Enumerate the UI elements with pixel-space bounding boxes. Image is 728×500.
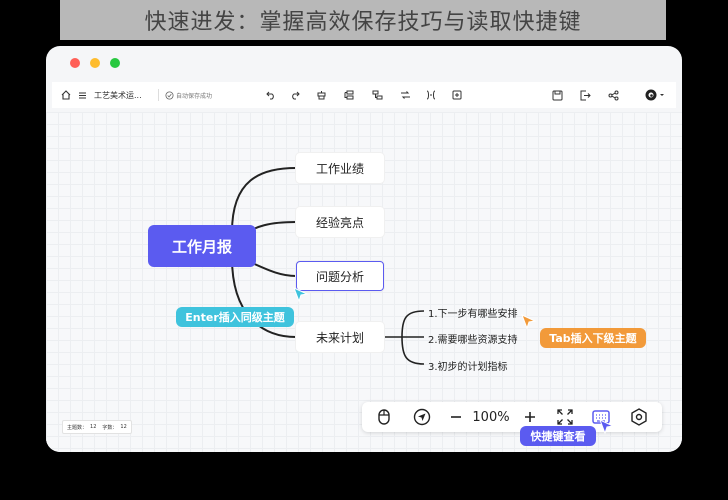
settings-hexagon-icon[interactable] xyxy=(626,402,652,432)
subtopic-node[interactable]: 3.初步的计划指标 xyxy=(428,358,508,373)
root-topic[interactable]: 工作月报 xyxy=(148,225,256,267)
enter-hint-badge: Enter插入同级主题 xyxy=(176,307,294,327)
topic-node[interactable]: 经验亮点 xyxy=(296,207,384,237)
zoom-out-button[interactable] xyxy=(446,402,466,432)
mouse-icon[interactable] xyxy=(372,402,396,432)
words-count: 12 xyxy=(120,424,127,430)
tab-hint-badge: Tab插入下级主题 xyxy=(540,328,646,348)
words-count-label: 字数： xyxy=(102,424,118,431)
cursor-icon xyxy=(599,419,615,435)
topic-node[interactable]: 未来计划 xyxy=(296,322,384,352)
document-stats: 主题数： 12 字数： 12 xyxy=(62,420,132,434)
zoom-toolbar: 100% xyxy=(362,402,662,432)
shortcut-hint-badge: 快捷键查看 xyxy=(520,426,596,446)
navigate-icon[interactable] xyxy=(410,402,434,432)
topics-count-label: 主题数： xyxy=(67,424,88,431)
subtopic-node[interactable]: 2.需要哪些资源支持 xyxy=(428,331,518,346)
zoom-level[interactable]: 100% xyxy=(468,402,514,432)
cursor-icon xyxy=(293,287,309,303)
topics-count: 12 xyxy=(90,424,97,430)
subtopic-node[interactable]: 1.下一步有哪些安排 xyxy=(428,305,518,320)
topic-node[interactable]: 工作业绩 xyxy=(296,153,384,183)
cursor-icon xyxy=(521,314,537,330)
